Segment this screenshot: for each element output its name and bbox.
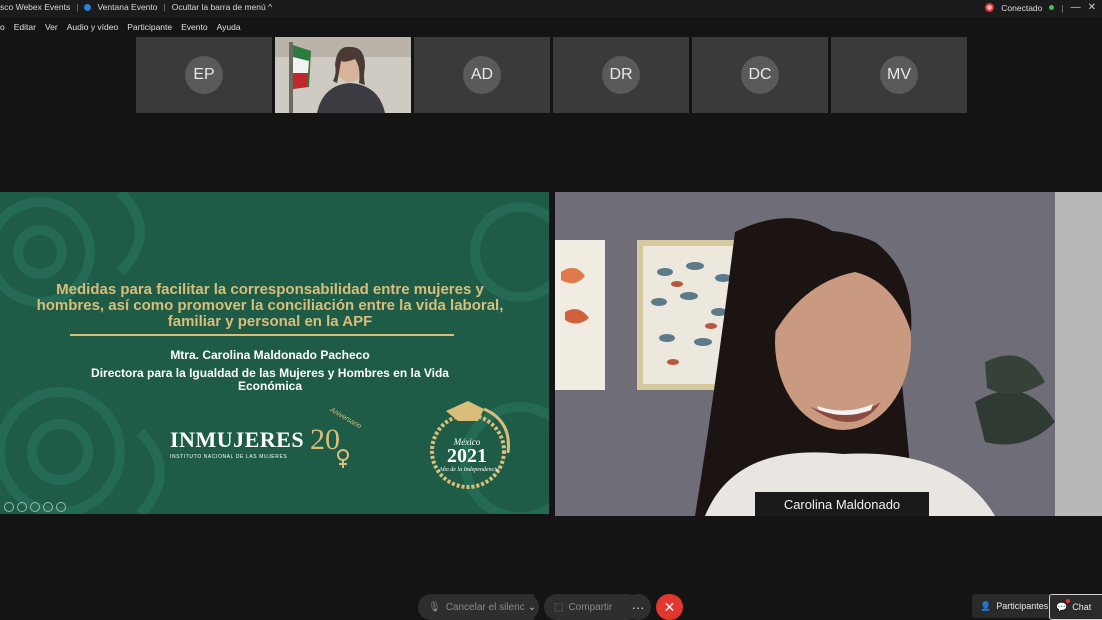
- minimize-icon[interactable]: —: [1071, 2, 1081, 13]
- participant-strip: EP AD DR DC MV: [136, 37, 967, 113]
- menu-item-view[interactable]: Ver: [45, 22, 58, 32]
- avatar: AD: [463, 56, 501, 94]
- speaker-video: [555, 192, 1102, 516]
- inmujeres-logo: INMUJERES INSTITUTO NACIONAL DE LAS MUJE…: [170, 407, 362, 468]
- annotate-more-icon[interactable]: [56, 502, 66, 512]
- chat-bubble-icon: 💬: [1056, 601, 1068, 612]
- menu-item-file[interactable]: o: [0, 22, 5, 32]
- chevron-down-icon: ⌄: [527, 601, 537, 613]
- unmute-label: Cancelar el silencio: [445, 601, 533, 613]
- unmute-button[interactable]: 🎙 Cancelar el silencio: [418, 594, 534, 620]
- annotate-eraser-icon[interactable]: [43, 502, 53, 512]
- participant-tile[interactable]: DC: [692, 37, 828, 113]
- participant-tile[interactable]: AD: [414, 37, 550, 113]
- mexico-2021-logo: México 2021 Año de la Independencia: [428, 397, 518, 489]
- annotate-pen-icon[interactable]: [4, 502, 14, 512]
- chat-notification-dot: [1066, 599, 1070, 603]
- title-separator: |: [163, 2, 166, 12]
- slide-role: Directora para la Igualdad de las Mujere…: [91, 366, 449, 393]
- annotate-pointer-icon[interactable]: [17, 502, 27, 512]
- connection-dot-icon: [1049, 5, 1055, 10]
- title-separator: |: [76, 2, 79, 12]
- more-icon: ···: [631, 599, 645, 615]
- avatar: EP: [185, 56, 223, 94]
- slide-title: Medidas para facilitar la corresponsabil…: [36, 281, 504, 330]
- participants-label: Participantes: [996, 601, 1049, 611]
- title-separator: |: [1061, 2, 1064, 13]
- independence-label: Año de la Independencia: [439, 467, 499, 473]
- menu-item-audio-video[interactable]: Audio y vídeo: [67, 22, 119, 32]
- active-speaker-video[interactable]: Carolina Maldonado: [555, 192, 1102, 516]
- annotation-toolbar: [4, 502, 66, 512]
- event-window-icon: [84, 3, 92, 11]
- connection-status: Conectado: [1001, 2, 1043, 13]
- close-icon: ✕: [663, 598, 676, 615]
- avatar: DC: [741, 56, 779, 94]
- menu-bar: o Editar Ver Audio y vídeo Participante …: [0, 18, 241, 36]
- event-window-label[interactable]: Ventana Evento: [97, 2, 157, 12]
- participant-tile[interactable]: DR: [553, 37, 689, 113]
- chat-button[interactable]: 💬 Chat: [1049, 594, 1102, 620]
- inmujeres-wordmark: INMUJERES: [170, 427, 305, 452]
- window-close-icon[interactable]: ✕: [1088, 2, 1096, 13]
- title-right: Conectado | — ✕: [985, 2, 1096, 13]
- record-icon: [985, 3, 995, 12]
- venus-icon: [337, 449, 349, 468]
- year-label: 2021: [447, 445, 487, 467]
- chat-label: Chat: [1072, 602, 1092, 612]
- shared-slide: Medidas para facilitar la corresponsabil…: [0, 192, 549, 514]
- app-name: sco Webex Events: [0, 2, 71, 12]
- participant-tile[interactable]: MV: [831, 37, 967, 113]
- hide-menu-bar-button[interactable]: Ocultar la barra de menú ^: [172, 2, 272, 12]
- leave-button[interactable]: ✕: [656, 594, 683, 620]
- speaker-name-tag: Carolina Maldonado: [755, 492, 929, 516]
- avatar: MV: [880, 56, 918, 94]
- inmujeres-subtitle: INSTITUTO NACIONAL DE LAS MUJERES: [170, 454, 288, 460]
- audio-options-dropdown[interactable]: ⌄: [525, 594, 539, 620]
- annotate-zoom-icon[interactable]: [30, 502, 40, 512]
- menu-item-participant[interactable]: Participante: [127, 22, 172, 32]
- slide-presenter: Mtra. Carolina Maldonado Pacheco: [170, 348, 370, 362]
- title-bar: sco Webex Events | Ventana Evento | Ocul…: [0, 0, 1102, 17]
- title-left: sco Webex Events | Ventana Evento | Ocul…: [0, 2, 272, 12]
- slide-divider: [70, 334, 454, 336]
- menu-item-event[interactable]: Evento: [181, 22, 207, 32]
- participant-tile[interactable]: EP: [136, 37, 272, 113]
- menu-item-edit[interactable]: Editar: [14, 22, 36, 32]
- share-icon: ⬚: [554, 601, 564, 613]
- participant-video-tile[interactable]: [275, 37, 411, 113]
- menu-item-help[interactable]: Ayuda: [217, 22, 241, 32]
- participant-video: [275, 37, 411, 113]
- share-label: Compartir: [568, 601, 613, 613]
- person-icon: 👤: [980, 600, 992, 611]
- avatar: DR: [602, 56, 640, 94]
- more-options-button[interactable]: ···: [625, 594, 651, 620]
- microphone-icon: 🎙: [428, 601, 441, 613]
